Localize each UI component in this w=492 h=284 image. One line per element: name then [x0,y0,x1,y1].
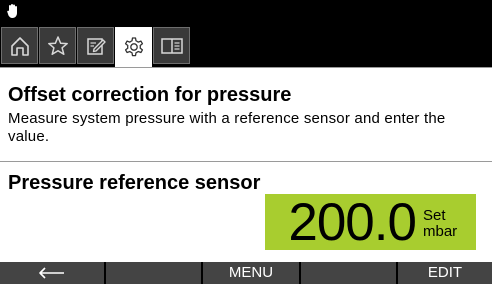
tab-manual[interactable] [153,27,190,64]
parameter-unit: mbar [423,223,458,240]
star-icon [47,35,69,57]
tab-home[interactable] [1,27,38,64]
parameter-label: Pressure reference sensor [8,172,261,194]
softkey-bar: MENU EDIT [0,262,492,284]
softkey-2[interactable] [106,262,201,284]
status-bar [0,0,492,24]
hand-icon [6,3,20,19]
parameter-value-field[interactable]: 200.0 Set mbar [265,193,476,252]
section-title: Offset correction for pressure [8,84,292,106]
parameter-value: 200.0 [288,193,417,252]
section-description: Measure system pressure with a reference… [8,110,446,145]
softkey-back[interactable] [0,262,104,284]
edit-icon [85,35,107,57]
home-icon [9,35,31,57]
tab-favorites[interactable] [39,27,76,64]
softkey-4[interactable] [301,262,396,284]
book-icon [160,35,184,57]
tab-divider [0,67,492,68]
tab-bar [0,24,492,67]
gear-icon [122,35,146,59]
section-divider [0,161,492,162]
tab-edit[interactable] [77,27,114,64]
parameter-state: Set [423,207,446,224]
softkey-menu[interactable]: MENU [203,262,299,284]
tab-settings[interactable] [115,27,152,67]
back-arrow-icon [37,264,67,281]
softkey-edit[interactable]: EDIT [398,262,492,284]
